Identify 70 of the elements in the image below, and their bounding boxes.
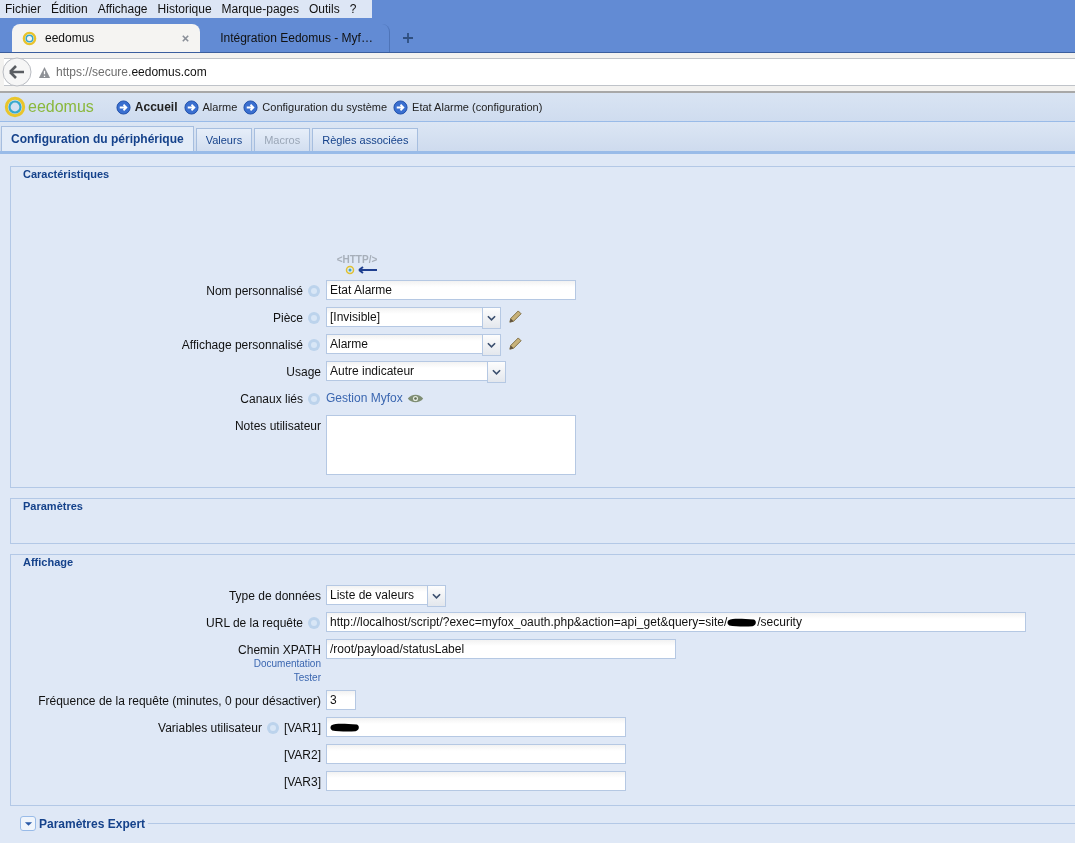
field-label: Nom personnalisé	[206, 284, 303, 298]
caret-icon	[432, 593, 441, 599]
close-icon[interactable]	[181, 33, 190, 43]
text-field[interactable]: http://localhost/script/?exec=myfox_oauth.php&action=api_get&query=site/ /security	[326, 612, 1026, 632]
menu-item[interactable]: Outils	[303, 0, 345, 18]
text-field[interactable]	[326, 771, 626, 791]
page-tab[interactable]: Valeurs	[195, 128, 253, 151]
field-label: Type de données	[228, 589, 321, 603]
field-label: Canaux liés	[240, 392, 303, 406]
section-title: Paramètres	[20, 500, 86, 512]
field-label: URL de la requête	[206, 616, 303, 630]
eye-icon[interactable]	[406, 392, 424, 404]
help-link[interactable]: Tester	[293, 671, 321, 685]
breadcrumb-link[interactable]: Etat Alarme (configuration)	[412, 101, 543, 113]
text-field[interactable]	[326, 717, 626, 737]
help-icon[interactable]	[307, 284, 321, 298]
page-tab[interactable]: Configuration du périphérique	[1, 126, 194, 151]
menu-item[interactable]: ?	[344, 0, 362, 18]
help-icon[interactable]	[307, 311, 321, 325]
dropdown[interactable]: [Invisible]	[326, 307, 501, 327]
dropdown[interactable]: Liste de valeurs	[326, 585, 446, 605]
text-field[interactable]: 3	[326, 690, 356, 710]
caret-icon	[492, 369, 501, 375]
variable-tag: [VAR3]	[283, 775, 321, 789]
menu-item[interactable]: Fichier	[0, 0, 46, 18]
breadcrumb-link[interactable]: Alarme	[202, 101, 238, 113]
field-label: Pièce	[272, 311, 303, 325]
help-icon[interactable]	[307, 338, 321, 352]
plus-icon[interactable]	[402, 32, 414, 44]
pencil-icon[interactable]	[507, 336, 522, 352]
page-tab[interactable]: Règles associées	[312, 128, 419, 151]
url-text: https://secure.eedomus.com	[56, 65, 207, 79]
notes-field[interactable]	[326, 415, 576, 475]
dropdown[interactable]: Autre indicateur	[326, 361, 506, 381]
ring-icon	[22, 30, 37, 46]
field-label: Variables utilisateur	[158, 721, 262, 735]
text-field[interactable]: Etat Alarme	[326, 280, 576, 300]
logo-text: eedomus	[28, 98, 94, 116]
back-icon[interactable]	[2, 57, 32, 87]
field-label: Fréquence de la requête (minutes, 0 pour désactiver)	[38, 694, 321, 708]
variable-tag: [VAR2]	[283, 748, 321, 762]
warning-icon	[38, 65, 51, 79]
channel-link[interactable]: Gestion Myfox	[326, 391, 403, 405]
help-icon[interactable]	[307, 392, 321, 406]
pencil-icon[interactable]	[507, 309, 522, 325]
menu-item[interactable]: Historique	[152, 0, 217, 18]
ring-icon	[4, 96, 26, 118]
menu-item[interactable]: Édition	[46, 0, 93, 18]
caret-icon	[487, 342, 496, 348]
text-field[interactable]	[326, 744, 626, 764]
field-label: Affichage personnalisé	[181, 338, 303, 352]
variable-tag: [VAR1]	[283, 721, 321, 735]
dropdown[interactable]: Alarme	[326, 334, 501, 354]
breadcrumb-link[interactable]: Accueil	[134, 100, 178, 114]
help-link[interactable]: Documentation	[253, 657, 321, 671]
caret-icon	[23, 820, 33, 827]
menu-item[interactable]: Marque-pages	[216, 0, 304, 18]
menu-item[interactable]: Affichage	[92, 0, 153, 18]
field-label: Usage	[286, 365, 321, 379]
expand-button[interactable]	[20, 816, 36, 831]
browser-tab[interactable]: eedomus	[12, 24, 200, 52]
address-field[interactable]: https://secure.eedomus.com	[4, 58, 1075, 86]
field-label: Chemin XPATH	[238, 643, 321, 657]
help-icon[interactable]	[307, 616, 321, 630]
text-field[interactable]: /root/payload/statusLabel	[326, 639, 676, 659]
caret-icon	[487, 315, 496, 321]
breadcrumb-link[interactable]: Configuration du système	[262, 101, 388, 113]
help-icon[interactable]	[265, 721, 280, 735]
field-label: Notes utilisateur	[234, 419, 321, 433]
browser-tab[interactable]: Intégration Eedomus - Myf…	[202, 24, 390, 52]
